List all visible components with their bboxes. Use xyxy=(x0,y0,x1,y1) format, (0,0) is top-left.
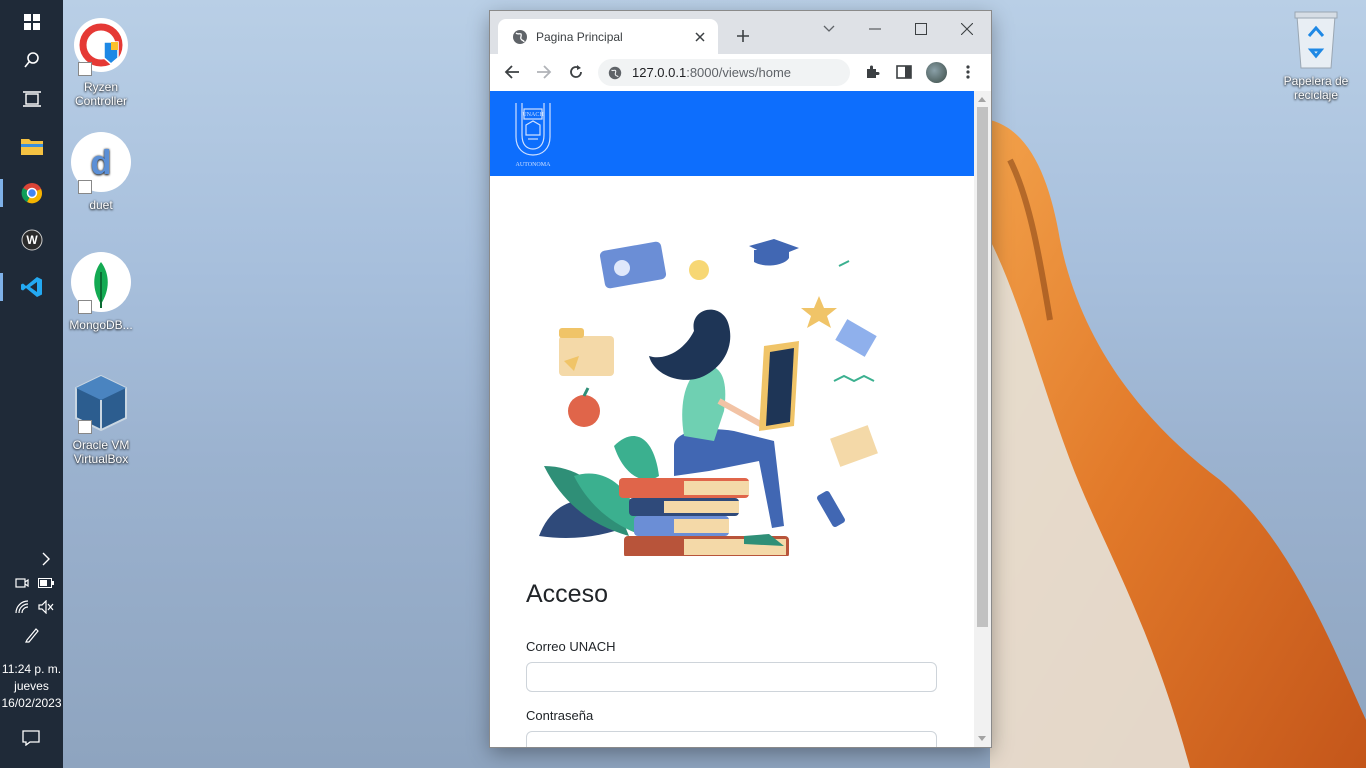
clock-time: 11:24 p. m. xyxy=(1,662,62,676)
page-scrollbar[interactable] xyxy=(974,91,991,747)
desktop-icon-label: Ryzen Controller xyxy=(74,80,128,108)
wondershare-icon[interactable]: W xyxy=(0,218,63,262)
maximize-button[interactable] xyxy=(906,19,936,39)
unach-logo[interactable]: UNACH AUTONOMA xyxy=(502,97,564,169)
chrome-icon[interactable] xyxy=(0,171,63,215)
vscode-icon[interactable] xyxy=(0,265,63,309)
new-tab-button[interactable] xyxy=(733,26,753,46)
globe-icon xyxy=(512,29,528,45)
shortcut-arrow-icon xyxy=(78,420,92,434)
url-path: :8000/views/home xyxy=(686,65,791,80)
duet-icon: d xyxy=(70,132,132,194)
tab-search-chevron-icon[interactable] xyxy=(814,19,844,39)
scrollbar-thumb[interactable] xyxy=(977,107,988,627)
taskbar: W 11:24 p. m. jueves 16/02/2023 xyxy=(0,0,63,768)
menu-kebab-icon[interactable] xyxy=(958,62,978,82)
address-bar[interactable]: 127.0.0.1:8000/views/home xyxy=(598,59,850,86)
back-button[interactable] xyxy=(502,62,522,82)
form-title: Acceso xyxy=(526,580,608,608)
password-label: Contraseña xyxy=(526,708,594,723)
chevron-right-icon[interactable] xyxy=(36,551,56,567)
meet-now-icon[interactable] xyxy=(12,575,32,591)
svg-text:UNACH: UNACH xyxy=(522,112,544,118)
recycle-bin-label: Papelera de reciclaje xyxy=(1283,74,1349,102)
network-icon[interactable] xyxy=(12,599,32,615)
tab-pagina-principal[interactable]: Pagina Principal xyxy=(498,19,718,54)
browser-window: Pagina Principal 127.0.0.1:8000/views/ho… xyxy=(490,11,991,747)
search-icon[interactable] xyxy=(0,38,63,82)
password-field[interactable] xyxy=(526,731,937,747)
reload-button[interactable] xyxy=(566,62,586,82)
ryzen-controller-icon xyxy=(70,14,132,76)
forward-button[interactable] xyxy=(534,62,554,82)
svg-text:AUTONOMA: AUTONOMA xyxy=(516,162,552,168)
scroll-up-arrow-icon[interactable] xyxy=(978,97,986,102)
browser-toolbar: 127.0.0.1:8000/views/home xyxy=(490,54,991,92)
desktop-icon-label: duet xyxy=(89,198,113,212)
clock-date: 16/02/2023 xyxy=(1,696,62,710)
desktop-icon-mongodb[interactable]: MongoDB... xyxy=(59,252,143,332)
file-explorer-icon[interactable] xyxy=(0,124,63,168)
url-host: 127.0.0.1 xyxy=(632,65,687,80)
profile-avatar[interactable] xyxy=(926,62,947,83)
shortcut-arrow-icon xyxy=(78,180,92,194)
desktop-icon-virtualbox[interactable]: Oracle VM VirtualBox xyxy=(59,372,143,466)
extensions-icon[interactable] xyxy=(862,62,882,82)
tab-title: Pagina Principal xyxy=(536,29,623,44)
email-field[interactable] xyxy=(526,662,937,692)
close-tab-icon[interactable] xyxy=(692,29,708,45)
clock-day: jueves xyxy=(14,679,49,693)
desktop-icon-ryzen-controller[interactable]: Ryzen Controller xyxy=(59,14,143,108)
mongodb-icon xyxy=(70,252,132,314)
desktop-icon-recycle-bin[interactable]: Papelera de reciclaje xyxy=(1274,8,1358,102)
action-center-icon[interactable] xyxy=(21,730,41,746)
page-viewport: UNACH AUTONOMA Acceso Correo UNACH Contr… xyxy=(490,91,974,747)
hero-illustration xyxy=(534,236,886,558)
pen-icon[interactable] xyxy=(22,627,42,643)
email-label: Correo UNACH xyxy=(526,639,616,654)
site-info-icon[interactable] xyxy=(608,66,622,80)
clock[interactable]: 11:24 p. m. jueves 16/02/2023 xyxy=(0,661,63,712)
scroll-down-arrow-icon[interactable] xyxy=(978,736,986,741)
desktop-icon-duet[interactable]: d duet xyxy=(59,132,143,212)
close-window-button[interactable] xyxy=(952,19,982,39)
minimize-button[interactable] xyxy=(860,19,890,39)
tab-strip: Pagina Principal xyxy=(490,11,991,54)
desktop-icon-label: MongoDB... xyxy=(69,318,133,332)
url-text: 127.0.0.1:8000/views/home xyxy=(632,65,791,80)
recycle-bin-icon xyxy=(1289,8,1343,70)
task-view-icon[interactable] xyxy=(0,77,63,121)
svg-text:d: d xyxy=(91,144,112,182)
wallpaper-fox xyxy=(990,120,1366,768)
svg-text:W: W xyxy=(26,233,38,247)
battery-icon[interactable] xyxy=(36,575,56,591)
shortcut-arrow-icon xyxy=(78,62,92,76)
shortcut-arrow-icon xyxy=(78,300,92,314)
virtualbox-icon xyxy=(70,372,132,434)
side-panel-icon[interactable] xyxy=(894,62,914,82)
navbar: UNACH AUTONOMA xyxy=(490,91,974,176)
desktop-icon-label: Oracle VM VirtualBox xyxy=(72,438,130,466)
volume-muted-icon[interactable] xyxy=(36,599,56,615)
